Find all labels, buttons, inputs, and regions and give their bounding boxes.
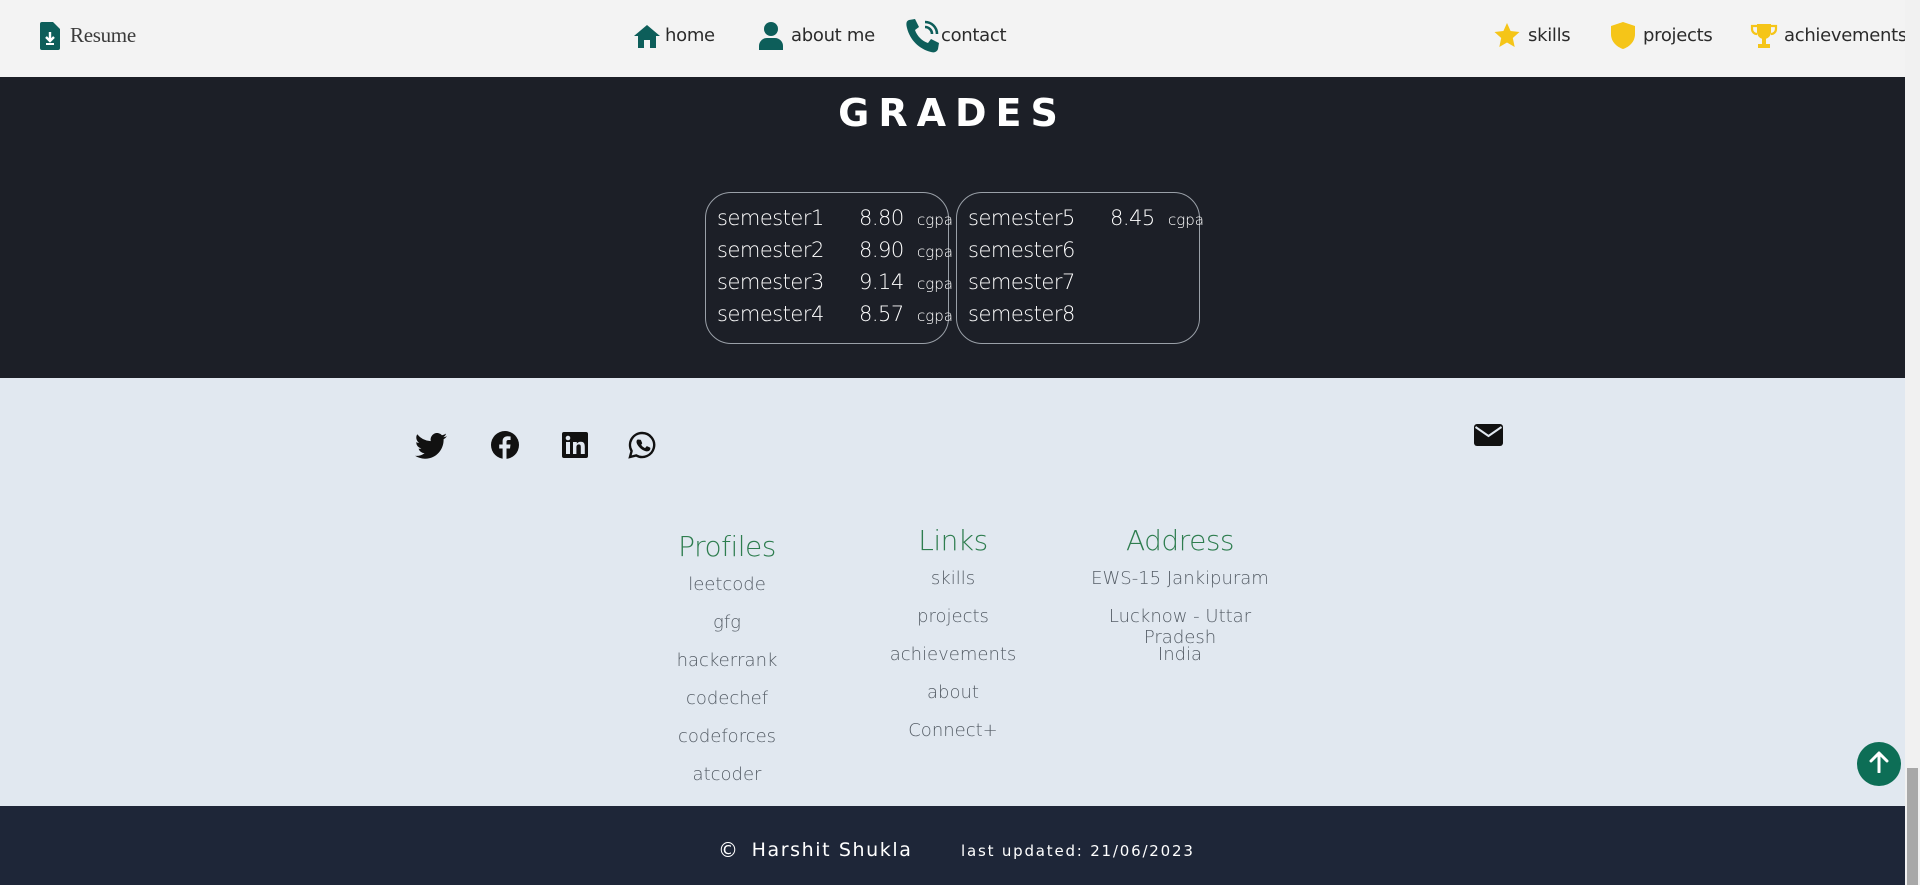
author-name: Harshit Shukla	[751, 839, 913, 861]
last-updated: last updated: 21/06/2023	[961, 842, 1195, 860]
grade-row: semester3 9.14 cgpa	[717, 270, 953, 300]
grade-unit: cgpa	[917, 275, 953, 293]
arrow-up-icon	[1869, 751, 1889, 778]
grade-row: semester7	[968, 270, 1194, 300]
envelope-icon	[1473, 423, 1503, 451]
nav-about-me-label: about me	[791, 25, 875, 46]
nav-projects-label: projects	[1643, 25, 1713, 46]
resume-label: Resume	[70, 23, 136, 47]
twitter-icon	[415, 432, 447, 465]
grades-card-1: semester1 8.80 cgpa semester2 8.90 cgpa …	[705, 192, 953, 344]
address-line: India	[1157, 644, 1203, 665]
footer: Profiles leetcode gfg hackerrank codeche…	[0, 378, 1905, 806]
profiles-heading: Profiles	[678, 530, 776, 563]
nav-skills-label: skills	[1528, 25, 1571, 46]
grade-row: semester5 8.45 cgpa	[968, 206, 1204, 236]
semester-label: semester2	[717, 238, 824, 262]
star-icon	[1494, 23, 1520, 48]
grades-section: GRADES semester1 8.80 cgpa semester2 8.9…	[0, 77, 1905, 378]
linkedin-link[interactable]	[558, 430, 592, 464]
grade-row: semester2 8.90 cgpa	[717, 238, 953, 268]
semester-label: semester4	[717, 302, 824, 326]
nav-achievements[interactable]: achievements	[1750, 0, 1907, 71]
grade-row: semester6	[968, 238, 1194, 268]
profile-link-atcoder[interactable]: atcoder	[617, 764, 837, 785]
grade-value: 8.45	[1110, 206, 1155, 230]
footer-link-achievements[interactable]: achievements	[843, 644, 1063, 665]
nav-about-me[interactable]: about me	[759, 0, 875, 71]
navbar: Resume home about me contact skills proj…	[0, 0, 1907, 77]
address-line: Lucknow - Uttar Pradesh	[1108, 606, 1252, 648]
facebook-link[interactable]	[488, 430, 522, 464]
address-column: Address EWS-15 Jankipuram Lucknow - Utta…	[1070, 524, 1290, 674]
profile-link-leetcode[interactable]: leetcode	[617, 574, 837, 595]
links-heading: Links	[918, 524, 988, 557]
links-column: Links skills projects achievements about…	[843, 524, 1063, 744]
footer-link-connect[interactable]: Connect+	[843, 720, 1063, 741]
nav-home-label: home	[665, 25, 715, 46]
home-icon	[633, 24, 661, 48]
shield-icon	[1611, 22, 1635, 49]
copyright: © Harshit Shukla	[718, 838, 913, 862]
grade-value: 8.57	[859, 302, 904, 326]
grade-unit: cgpa	[1168, 211, 1204, 229]
footer-link-projects[interactable]: projects	[843, 606, 1063, 627]
scrollbar-thumb[interactable]	[1907, 768, 1918, 885]
grade-row: semester1 8.80 cgpa	[717, 206, 953, 236]
page-scrollbar[interactable]	[1905, 0, 1920, 885]
profile-link-codechef[interactable]: codechef	[617, 688, 837, 709]
facebook-icon	[491, 430, 519, 464]
profiles-column: Profiles leetcode gfg hackerrank codeche…	[617, 530, 837, 800]
grade-unit: cgpa	[917, 243, 953, 261]
semester-label: semester7	[968, 270, 1075, 294]
grade-unit: cgpa	[917, 211, 953, 229]
whatsapp-icon	[628, 431, 656, 464]
linkedin-icon	[562, 431, 588, 463]
grade-row: semester8	[968, 302, 1194, 332]
email-link[interactable]	[1471, 420, 1505, 454]
nav-contact-label: contact	[941, 25, 1007, 46]
semester-label: semester6	[968, 238, 1075, 262]
nav-home[interactable]: home	[633, 0, 715, 71]
phone-icon	[905, 18, 941, 54]
semester-label: semester1	[717, 206, 824, 230]
footer-link-about[interactable]: about	[843, 682, 1063, 703]
address-line: EWS-15 Jankipuram	[1091, 568, 1269, 589]
user-icon	[759, 21, 783, 50]
semester-label: semester8	[968, 302, 1075, 326]
profile-link-hackerrank[interactable]: hackerrank	[617, 650, 837, 671]
grade-value: 9.14	[859, 270, 904, 294]
semester-label: semester3	[717, 270, 824, 294]
nav-achievements-label: achievements	[1784, 25, 1907, 46]
resume-download-link[interactable]: Resume	[40, 0, 136, 71]
grade-row: semester4 8.57 cgpa	[717, 302, 953, 332]
grades-title: GRADES	[838, 91, 1067, 135]
file-download-icon	[40, 21, 60, 50]
scroll-to-top-button[interactable]	[1857, 742, 1901, 786]
footer-link-skills[interactable]: skills	[843, 568, 1063, 589]
trophy-icon	[1750, 23, 1778, 49]
bottom-bar: © Harshit Shukla last updated: 21/06/202…	[0, 806, 1905, 885]
grades-card-2: semester5 8.45 cgpa semester6 semester7 …	[956, 192, 1204, 344]
profile-link-codeforces[interactable]: codeforces	[617, 726, 837, 747]
twitter-link[interactable]	[414, 432, 448, 466]
grade-unit: cgpa	[917, 307, 953, 325]
profile-link-gfg[interactable]: gfg	[617, 612, 837, 633]
whatsapp-link[interactable]	[625, 430, 659, 464]
copyright-symbol: ©	[718, 838, 740, 862]
semester-label: semester5	[968, 206, 1075, 230]
grade-value: 8.90	[859, 238, 904, 262]
nav-projects[interactable]: projects	[1611, 0, 1713, 71]
nav-skills[interactable]: skills	[1494, 0, 1571, 71]
grade-value: 8.80	[859, 206, 904, 230]
address-heading: Address	[1125, 524, 1235, 557]
nav-contact[interactable]: contact	[905, 0, 1007, 71]
